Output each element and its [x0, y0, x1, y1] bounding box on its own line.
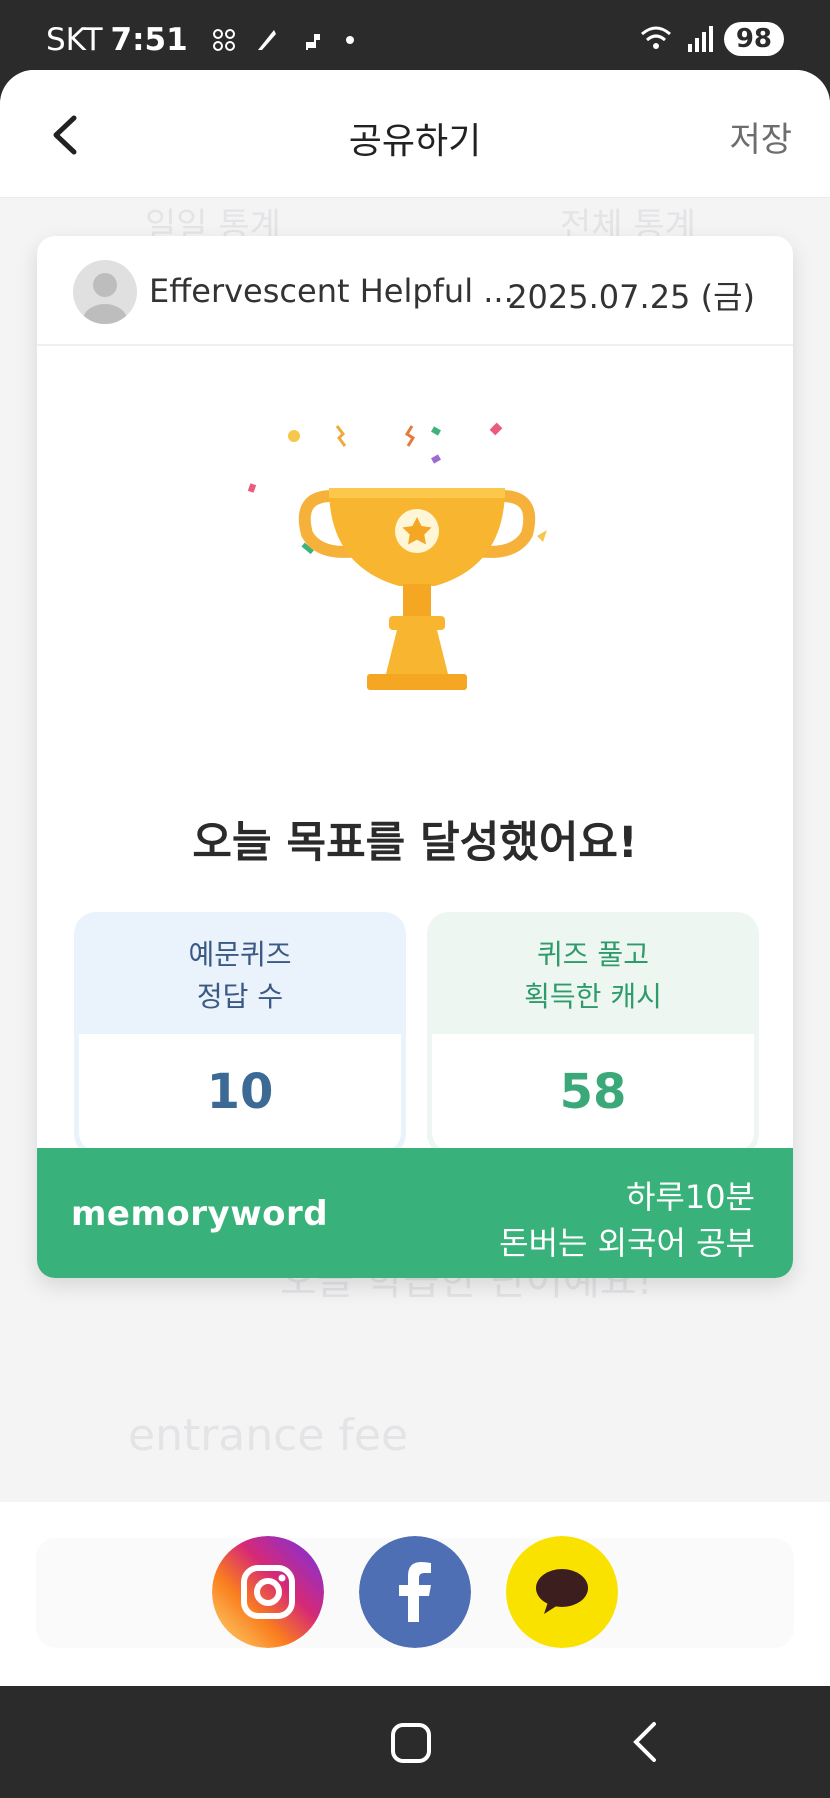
- save-button[interactable]: 저장: [729, 112, 792, 161]
- stat-label: 예문퀴즈 정답 수: [74, 912, 406, 1034]
- stat-label-line1: 예문퀴즈: [188, 938, 292, 971]
- stat-value: 10: [79, 1034, 401, 1151]
- card-header: Effervescent Helpful ... 2025.07.25 (금): [37, 236, 793, 346]
- stat-label-line2: 획득한 캐시: [524, 980, 662, 1013]
- user-name: Effervescent Helpful ...: [149, 272, 514, 310]
- home-button-icon[interactable]: [390, 1722, 432, 1764]
- stat-label-line1: 퀴즈 풀고: [537, 938, 649, 971]
- stat-label: 퀴즈 풀고 획득한 캐시: [427, 912, 759, 1034]
- share-sheet: 일일 통계 전체 통계 오늘 학습한 단어예요! entrance fee 공유…: [0, 70, 830, 1686]
- card-date: 2025.07.25 (금): [507, 278, 755, 316]
- brand-tagline: 하루10분 돈버는 외국어 공부: [499, 1174, 755, 1266]
- share-card: Effervescent Helpful ... 2025.07.25 (금): [37, 236, 793, 1278]
- stat-cash-earned: 퀴즈 풀고 획득한 캐시 58: [427, 912, 759, 1156]
- feather-icon: [257, 30, 276, 50]
- ghost-word: entrance fee: [128, 1410, 409, 1461]
- carrier-label: SKT: [46, 22, 103, 58]
- tagline-line2: 돈버는 외국어 공부: [499, 1224, 755, 1262]
- stat-value: 58: [432, 1034, 754, 1151]
- kakaotalk-share-button[interactable]: [506, 1536, 618, 1648]
- top-bar: 공유하기 저장: [0, 70, 830, 198]
- instagram-share-button[interactable]: [212, 1536, 324, 1648]
- tagline-line1: 하루10분: [625, 1178, 755, 1216]
- app-notification-icon: [212, 29, 235, 51]
- page-title: 공유하기: [348, 121, 482, 162]
- avatar: [73, 260, 137, 324]
- battery-indicator: 98: [723, 22, 784, 56]
- share-panel: [0, 1502, 830, 1686]
- goal-achieved-text: 오늘 목표를 달성했어요!: [192, 818, 638, 868]
- system-nav-bar: [0, 1686, 830, 1798]
- dot-icon: [345, 36, 354, 44]
- back-button-icon[interactable]: [630, 1720, 660, 1764]
- trophy-icon: [247, 422, 547, 690]
- clock: 7:51: [110, 22, 188, 58]
- stat-label-line2: 정답 수: [196, 980, 284, 1013]
- facebook-share-button[interactable]: [359, 1536, 471, 1648]
- brand-banner: memoryword 하루10분 돈버는 외국어 공부: [37, 1148, 793, 1278]
- wifi-icon: [640, 26, 671, 49]
- brand-logo: memoryword: [71, 1194, 329, 1234]
- stat-quiz-correct: 예문퀴즈 정답 수 10: [74, 912, 406, 1156]
- stairs-icon: [297, 34, 320, 50]
- signal-icon: [687, 26, 713, 52]
